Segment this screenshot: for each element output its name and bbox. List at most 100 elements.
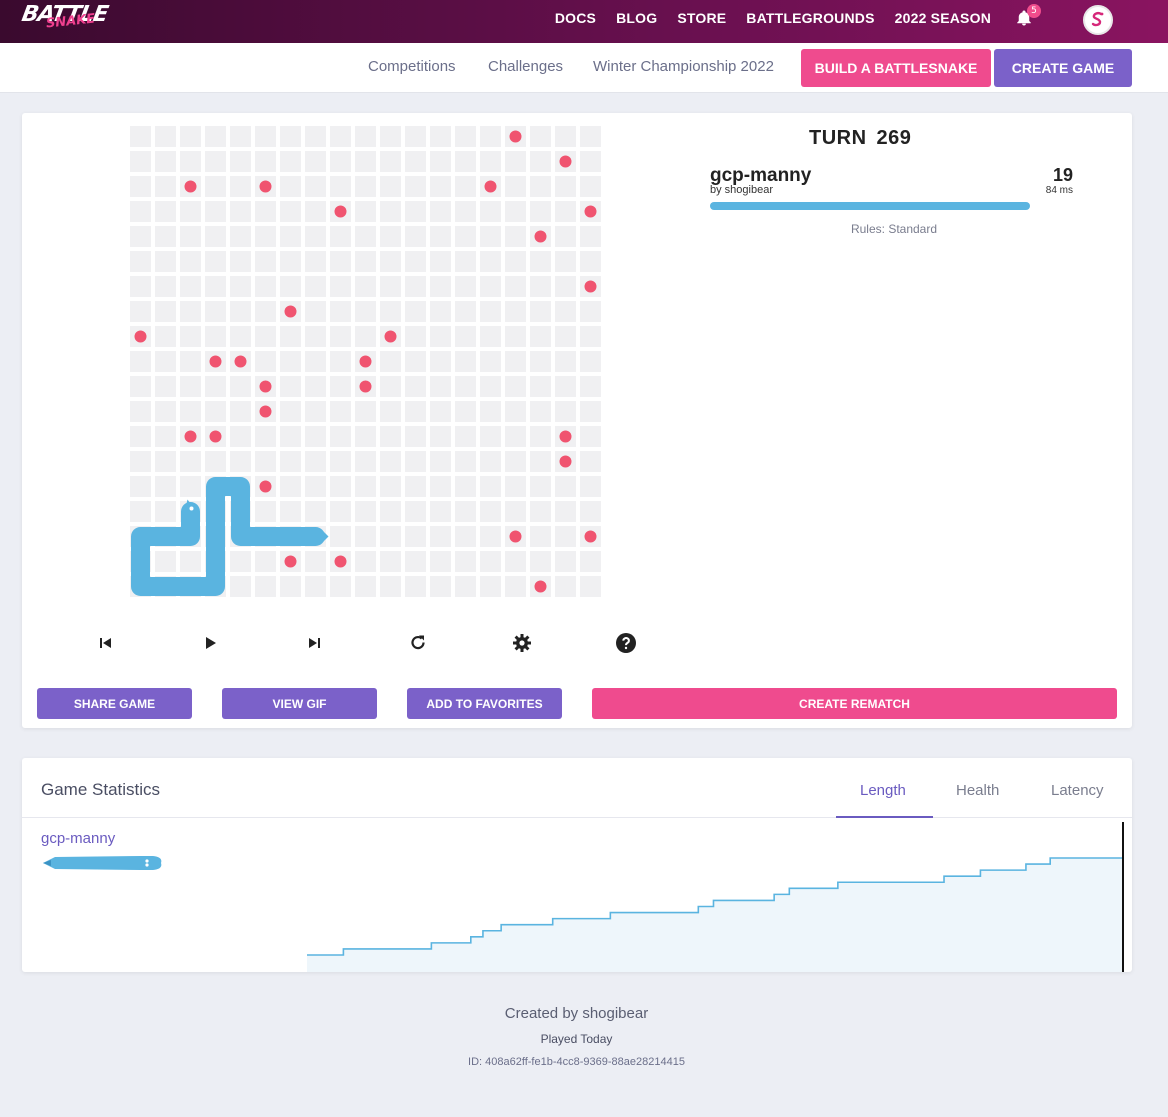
board-cell xyxy=(180,201,201,222)
snake-author: by shogibear xyxy=(710,184,773,196)
board-cell xyxy=(255,301,276,322)
board-cell xyxy=(480,351,501,372)
board-cell xyxy=(430,251,451,272)
board-cell xyxy=(480,126,501,147)
board-cell xyxy=(530,476,551,497)
board-cell xyxy=(330,376,351,397)
food-pellet xyxy=(534,230,547,243)
board-cell xyxy=(255,576,276,597)
board-cell xyxy=(205,176,226,197)
snake-eye xyxy=(189,506,194,511)
board-cell xyxy=(505,426,526,447)
board-cell xyxy=(530,326,551,347)
board-cell xyxy=(155,351,176,372)
board-cell xyxy=(455,176,476,197)
board-cell xyxy=(505,151,526,172)
board-cell xyxy=(155,401,176,422)
view-gif-button[interactable]: VIEW GIF xyxy=(222,688,377,719)
board-cell xyxy=(555,401,576,422)
board-cell xyxy=(155,551,176,572)
nav-link-docs[interactable]: DOCS xyxy=(555,10,596,26)
play-icon[interactable] xyxy=(198,631,222,655)
board-cell xyxy=(430,551,451,572)
tab-length[interactable]: Length xyxy=(860,782,906,799)
food-pellet xyxy=(509,530,522,543)
board-cell xyxy=(355,226,376,247)
board-cell xyxy=(305,476,326,497)
board-cell xyxy=(555,476,576,497)
battlesnake-logo[interactable]: BATTLE SNAKE xyxy=(20,2,110,32)
help-icon[interactable] xyxy=(614,631,638,655)
board-cell xyxy=(180,126,201,147)
board-cell xyxy=(305,276,326,297)
board-cell xyxy=(355,501,376,522)
settings-icon[interactable] xyxy=(510,631,534,655)
nav-link-blog[interactable]: BLOG xyxy=(616,10,657,26)
stats-title: Game Statistics xyxy=(41,780,161,799)
board-cell xyxy=(155,476,176,497)
tab-latency[interactable]: Latency xyxy=(1051,782,1104,799)
turn-label: TURN xyxy=(809,127,867,149)
board-cell xyxy=(130,176,151,197)
board-cell xyxy=(430,301,451,322)
board-cell xyxy=(205,451,226,472)
skip-forward-icon[interactable] xyxy=(302,631,326,655)
create-rematch-button[interactable]: CREATE REMATCH xyxy=(592,688,1117,719)
board-cell xyxy=(405,351,426,372)
board-cell xyxy=(155,151,176,172)
tab-health[interactable]: Health xyxy=(956,782,999,799)
board-cell xyxy=(480,426,501,447)
board-cell xyxy=(505,501,526,522)
board-cell xyxy=(530,451,551,472)
board-cell xyxy=(205,251,226,272)
subnav-link-winter-championship[interactable]: Winter Championship 2022 xyxy=(593,58,774,75)
board-cell xyxy=(130,401,151,422)
board-cell xyxy=(580,501,601,522)
food-pellet xyxy=(184,430,197,443)
board-cell xyxy=(405,301,426,322)
board-cell xyxy=(380,576,401,597)
board-cell xyxy=(555,176,576,197)
avatar[interactable] xyxy=(1083,5,1113,35)
subnav-link-challenges[interactable]: Challenges xyxy=(488,58,563,75)
replay-icon[interactable] xyxy=(406,631,430,655)
create-game-button[interactable]: CREATE GAME xyxy=(994,49,1132,87)
notification-badge: 5 xyxy=(1027,4,1041,18)
board-cell xyxy=(555,576,576,597)
board-cell xyxy=(130,376,151,397)
board-cell xyxy=(180,276,201,297)
board-cell xyxy=(280,426,301,447)
board-cell xyxy=(405,151,426,172)
board-cell xyxy=(180,226,201,247)
board-cell xyxy=(180,301,201,322)
board-cell xyxy=(580,301,601,322)
board-cell xyxy=(505,451,526,472)
board-cell xyxy=(130,426,151,447)
board-cell xyxy=(305,126,326,147)
add-to-favorites-button[interactable]: ADD TO FAVORITES xyxy=(407,688,562,719)
board-cell xyxy=(330,476,351,497)
board-cell xyxy=(305,176,326,197)
board-cell xyxy=(280,201,301,222)
share-game-button[interactable]: SHARE GAME xyxy=(37,688,192,719)
board-cell xyxy=(205,376,226,397)
board-cell xyxy=(455,326,476,347)
board-cell xyxy=(130,351,151,372)
nav-link-battlegrounds[interactable]: BATTLEGROUNDS xyxy=(746,10,874,26)
skip-back-icon[interactable] xyxy=(94,631,118,655)
subnav-link-competitions[interactable]: Competitions xyxy=(368,58,456,75)
build-battlesnake-button[interactable]: BUILD A BATTLESNAKE xyxy=(801,49,991,87)
food-pellet xyxy=(334,555,347,568)
board-cell xyxy=(155,201,176,222)
board-cell xyxy=(355,401,376,422)
nav-link-season[interactable]: 2022 SEASON xyxy=(895,10,991,26)
board-cell xyxy=(305,426,326,447)
board-cell xyxy=(180,451,201,472)
nav-link-store[interactable]: STORE xyxy=(677,10,726,26)
board-cell xyxy=(255,501,276,522)
board-cell xyxy=(380,401,401,422)
board-cell xyxy=(180,326,201,347)
board-cell xyxy=(405,251,426,272)
board-cell xyxy=(155,451,176,472)
food-pellet xyxy=(259,380,272,393)
